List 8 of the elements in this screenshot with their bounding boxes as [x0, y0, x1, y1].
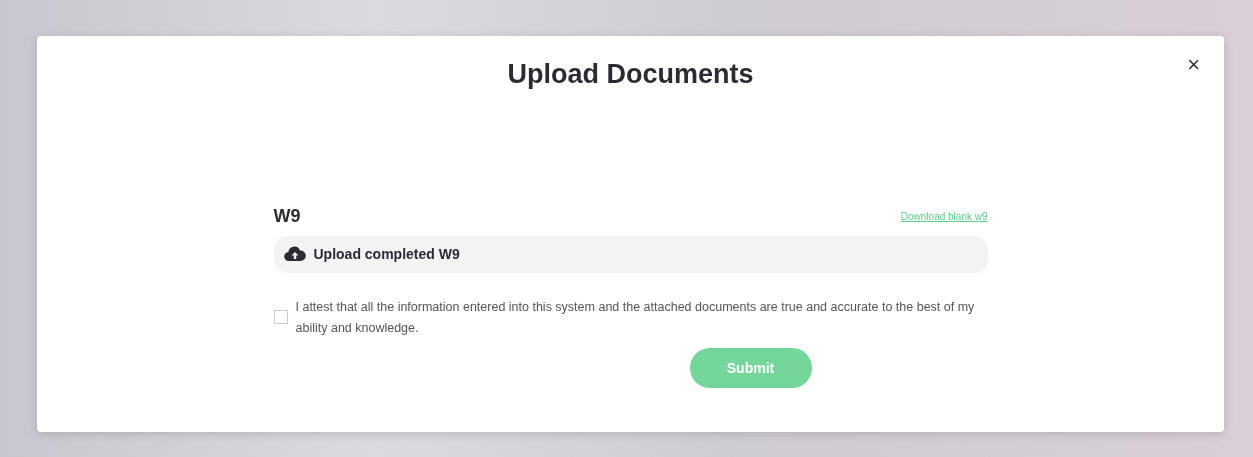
document-name: W9 [273, 204, 301, 228]
modal-title: Upload Documents [507, 58, 754, 91]
upload-status: Upload completed W9 [313, 244, 460, 264]
download-link[interactable]: Download blank w9 [900, 208, 988, 224]
attestation-text: I attest that all the information entered into this system and the attached documents are true and accurate to the best of my ability and knowledge. [295, 298, 976, 338]
attest-checkbox[interactable] [273, 309, 288, 324]
close-button[interactable]: × [1183, 54, 1204, 76]
cloud-upload-icon [283, 246, 306, 262]
